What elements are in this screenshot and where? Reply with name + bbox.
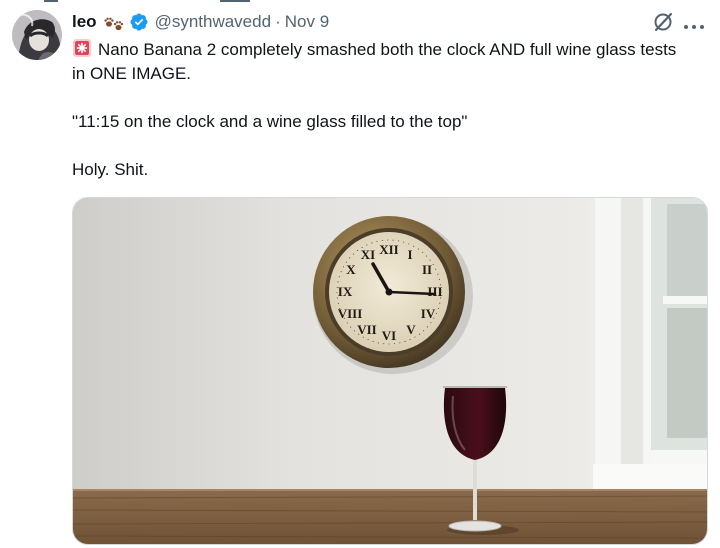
police-siren-icon — [72, 38, 92, 58]
svg-text:V: V — [406, 322, 416, 337]
tweet-date[interactable]: Nov 9 — [285, 12, 329, 32]
svg-text:VI: VI — [382, 328, 396, 343]
svg-text:III: III — [427, 284, 442, 299]
avatar[interactable] — [12, 10, 62, 60]
tweet-text-body: Nano Banana 2 completely smashed both th… — [72, 40, 677, 83]
svg-text:IX: IX — [338, 284, 353, 299]
previous-tweet-fragment — [20, 0, 720, 4]
author-name[interactable]: leo — [72, 12, 97, 32]
paw-prints-icon — [103, 12, 125, 32]
tweet-header: leo @synthwavedd · Nov 9 — [72, 10, 329, 34]
svg-text:XII: XII — [379, 242, 399, 257]
author-handle[interactable]: @synthwavedd — [155, 12, 272, 32]
svg-text:XI: XI — [361, 247, 375, 262]
verified-badge-icon[interactable] — [129, 12, 149, 32]
svg-text:X: X — [346, 262, 356, 277]
grok-icon[interactable] — [652, 11, 674, 33]
svg-text:I: I — [407, 247, 412, 262]
tweet-text-quote: "11:15 on the clock and a wine glass fil… — [72, 112, 468, 131]
tweet-media-photo[interactable]: XII I II III IV V VI VII VIII IX X XI — [72, 197, 708, 545]
tweet-text: Nano Banana 2 completely smashed both th… — [72, 38, 692, 182]
svg-text:VII: VII — [357, 322, 377, 337]
more-icon[interactable] — [683, 18, 705, 29]
header-separator: · — [275, 12, 281, 31]
svg-text:IV: IV — [421, 306, 436, 321]
svg-text:II: II — [422, 262, 432, 277]
tweet-text-line-1: Nano Banana 2 completely smashed both th… — [72, 38, 692, 86]
tweet-text-closing: Holy. Shit. — [72, 160, 149, 179]
